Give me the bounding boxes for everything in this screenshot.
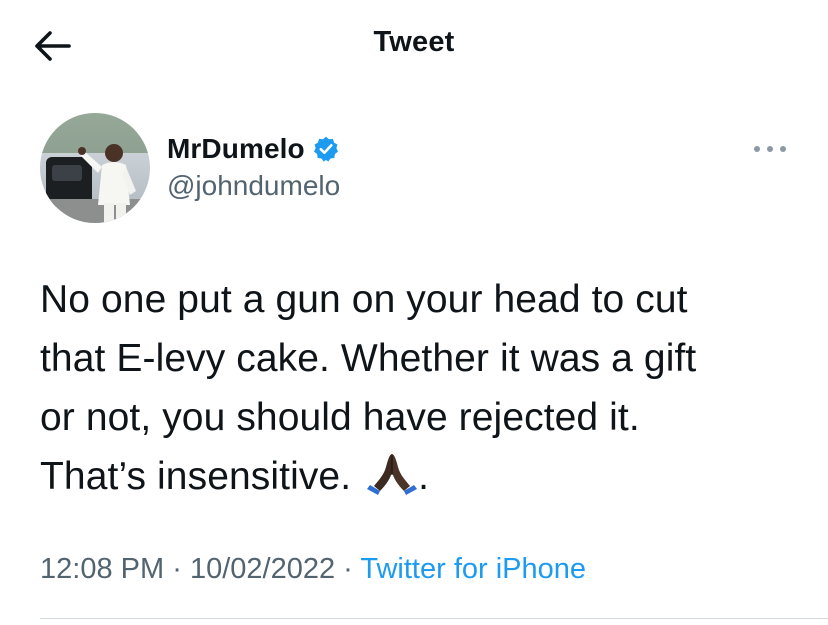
more-options-button[interactable] [748,136,792,162]
display-name[interactable]: MrDumelo [167,133,305,165]
tweet-detail-page: Tweet MrDumelo @johndumelo No one put a … [0,0,828,625]
avatar[interactable] [40,113,150,223]
author-name-row[interactable]: MrDumelo [167,130,340,168]
tweet-line: No one put a gun on your head to cut [40,278,688,321]
tweet-text: No one put a gun on your head to cut tha… [40,270,810,506]
tweet-trailing-period: . [418,455,430,498]
tweet-line: or not, you should have rejected it. [40,396,640,439]
verified-badge-icon [312,135,340,163]
header: Tweet [0,0,828,92]
avatar-photo [40,113,150,223]
meta-separator: · [343,553,353,585]
divider [40,618,828,619]
more-horizontal-icon [754,146,786,152]
page-title: Tweet [373,26,455,58]
folded-hands-emoji-icon [366,451,418,495]
tweet-line-text: That’s insensitive. [40,455,352,498]
author-handle[interactable]: @johndumelo [167,170,340,202]
tweet-source-link[interactable]: Twitter for iPhone [360,553,586,585]
meta-separator: · [172,553,182,585]
tweet-date[interactable]: 10/02/2022 [190,553,335,585]
tweet-meta: 12:08 PM · 10/02/2022 · Twitter for iPho… [40,553,586,586]
tweet-line: that E-levy cake. Whether it was a gift [40,337,697,380]
tweet-line-last: That’s insensitive. . [40,447,810,506]
tweet-time[interactable]: 12:08 PM [40,553,164,585]
